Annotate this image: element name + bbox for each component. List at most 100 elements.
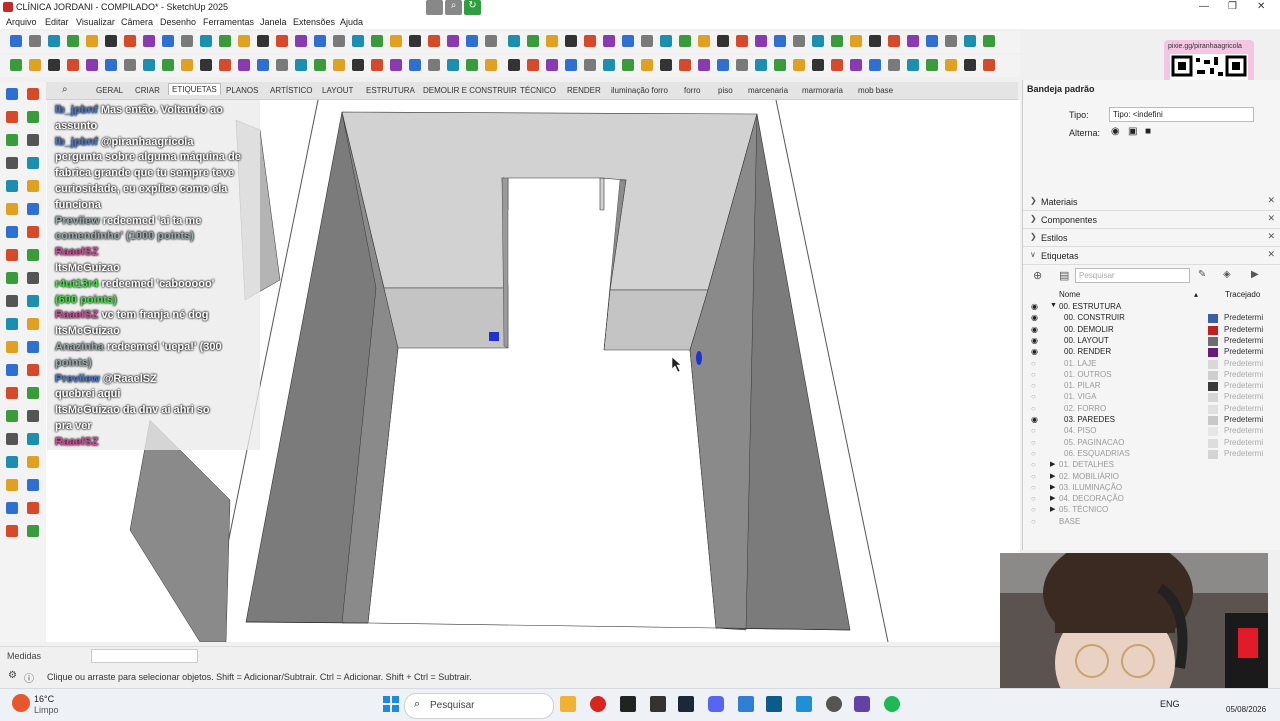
close-icon[interactable]: ✕ xyxy=(1267,231,1275,242)
minimize-icon[interactable]: — xyxy=(1199,1,1209,12)
calendar-icon[interactable] xyxy=(650,696,666,712)
select-icon[interactable] xyxy=(622,35,634,47)
scale-icon[interactable] xyxy=(565,59,577,71)
pan-icon[interactable] xyxy=(181,35,193,47)
orbit-icon[interactable] xyxy=(485,59,497,71)
tag-color-swatch[interactable] xyxy=(1208,393,1218,403)
orbit-icon[interactable] xyxy=(352,35,364,47)
selected-object[interactable] xyxy=(696,351,702,365)
tab-etiquetas[interactable]: ETIQUETAS xyxy=(168,83,221,95)
tool-icon[interactable] xyxy=(6,180,18,192)
menu-item-ferramentas[interactable]: Ferramentas xyxy=(203,17,254,27)
zoom-icon[interactable] xyxy=(983,35,995,47)
scale-icon[interactable] xyxy=(888,35,900,47)
tab-marcenaria[interactable]: marcenaria xyxy=(748,86,788,95)
rotate-icon[interactable] xyxy=(238,35,250,47)
tag-row[interactable]: ◉ 00. DEMOLIR Predetermi xyxy=(1023,325,1280,336)
orbit-icon[interactable] xyxy=(793,59,805,71)
tag-search-input[interactable]: Pesquisar xyxy=(1075,268,1190,283)
menu-item-editar[interactable]: Editar xyxy=(45,17,69,27)
opera-icon[interactable] xyxy=(590,696,606,712)
zoom-icon[interactable] xyxy=(200,59,212,71)
tag-row[interactable]: ○ 04. PISO Predetermi xyxy=(1023,426,1280,437)
eye-off-icon[interactable]: ○ xyxy=(1031,392,1036,401)
add-folder-icon[interactable]: ▤ xyxy=(1059,269,1069,282)
tag-row[interactable]: ○ 06. ESQUADRIAS Predetermi xyxy=(1023,449,1280,460)
info-icon[interactable]: ⓘ xyxy=(24,670,34,685)
scale-icon[interactable] xyxy=(257,59,269,71)
orbit-icon[interactable] xyxy=(48,35,60,47)
tag-dash-type[interactable]: Predetermi xyxy=(1224,347,1263,356)
tag-row[interactable]: ○ ▶ 02. MOBILIÁRIO xyxy=(1023,472,1280,483)
eye-off-icon[interactable]: ○ xyxy=(1031,505,1036,514)
tab-forro[interactable]: forro xyxy=(684,86,700,95)
move-icon[interactable] xyxy=(390,59,402,71)
col-header-dashes[interactable]: Tracejado xyxy=(1225,290,1260,299)
expand-right-icon[interactable]: ▶ xyxy=(1050,494,1055,502)
section-materiais[interactable]: ❯ Materiais ✕ xyxy=(1023,193,1280,211)
eye-icon[interactable]: ◉ xyxy=(1111,126,1120,137)
select-icon[interactable] xyxy=(295,59,307,71)
eye-off-icon[interactable]: ○ xyxy=(1031,426,1036,435)
twitch-icon[interactable] xyxy=(854,696,870,712)
paint-icon[interactable] xyxy=(907,35,919,47)
tag-row[interactable]: ○ 01. VIGA Predetermi xyxy=(1023,392,1280,403)
rotate-icon[interactable] xyxy=(86,35,98,47)
tag-row[interactable]: ○ ▶ 05. TÉCNICO xyxy=(1023,505,1280,516)
select-icon[interactable] xyxy=(926,35,938,47)
eye-off-icon[interactable]: ○ xyxy=(1031,460,1036,469)
pan-icon[interactable] xyxy=(641,35,653,47)
eye-off-icon[interactable]: ○ xyxy=(1031,404,1036,413)
zoom-icon[interactable] xyxy=(219,35,231,47)
tool-icon[interactable] xyxy=(27,157,39,169)
tool-icon[interactable] xyxy=(27,387,39,399)
eye-off-icon[interactable]: ○ xyxy=(1031,483,1036,492)
eye-off-icon[interactable]: ○ xyxy=(1031,494,1036,503)
section-estilos[interactable]: ❯ Estilos ✕ xyxy=(1023,229,1280,247)
tag-row[interactable]: ◉ ▼ 00. ESTRUTURA xyxy=(1023,302,1280,313)
tag-row[interactable]: ◉ 03. PAREDES Predetermi xyxy=(1023,415,1280,426)
tag-color-swatch[interactable] xyxy=(1208,438,1218,448)
paint-icon[interactable] xyxy=(888,59,900,71)
pan-icon[interactable] xyxy=(485,35,497,47)
details-arrow-icon[interactable]: ▶ xyxy=(1251,269,1259,280)
tool-icon[interactable] xyxy=(27,410,39,422)
move-icon[interactable] xyxy=(698,59,710,71)
menu-item-janela[interactable]: Janela xyxy=(260,17,287,27)
tag-row[interactable]: ○ 01. LAJE Predetermi xyxy=(1023,359,1280,370)
orbit-icon[interactable] xyxy=(964,35,976,47)
obs-icon[interactable] xyxy=(826,696,842,712)
paint-icon[interactable] xyxy=(584,59,596,71)
eye-off-icon[interactable]: ○ xyxy=(1031,381,1036,390)
tag-row[interactable]: ◉ 00. LAYOUT Predetermi xyxy=(1023,336,1280,347)
tab-tecnico[interactable]: TÉCNICO xyxy=(520,86,556,95)
move-icon[interactable] xyxy=(850,59,862,71)
zoom-icon[interactable] xyxy=(527,35,539,47)
eye-icon[interactable]: ◉ xyxy=(1031,415,1038,424)
paint-icon[interactable] xyxy=(603,35,615,47)
discord-icon[interactable] xyxy=(708,696,724,712)
tool-icon[interactable] xyxy=(6,502,18,514)
tag-row[interactable]: ◉ 00. CONSTRUIR Predetermi xyxy=(1023,313,1280,324)
tab-criar[interactable]: CRIAR xyxy=(135,86,160,95)
tool-icon[interactable] xyxy=(6,410,18,422)
tag-color-swatch[interactable] xyxy=(1208,314,1218,324)
tag-dash-type[interactable]: Predetermi xyxy=(1224,381,1263,390)
close-icon[interactable]: ✕ xyxy=(1267,249,1275,260)
move-icon[interactable] xyxy=(409,35,421,47)
zoom-icon[interactable] xyxy=(67,35,79,47)
orbit-icon[interactable] xyxy=(641,59,653,71)
tool-icon[interactable] xyxy=(27,364,39,376)
scale-icon[interactable] xyxy=(105,59,117,71)
paint-icon[interactable] xyxy=(447,35,459,47)
paint-icon[interactable] xyxy=(736,59,748,71)
rotate-icon[interactable] xyxy=(983,59,995,71)
select-icon[interactable] xyxy=(447,59,459,71)
zoom-icon[interactable] xyxy=(352,59,364,71)
select-icon[interactable] xyxy=(314,35,326,47)
tag-color-swatch[interactable] xyxy=(1208,348,1218,358)
spotify-icon[interactable] xyxy=(884,696,900,712)
eye-off-icon[interactable]: ○ xyxy=(1031,472,1036,481)
rotate-icon[interactable] xyxy=(527,59,539,71)
eye-off-icon[interactable]: ○ xyxy=(1031,359,1036,368)
